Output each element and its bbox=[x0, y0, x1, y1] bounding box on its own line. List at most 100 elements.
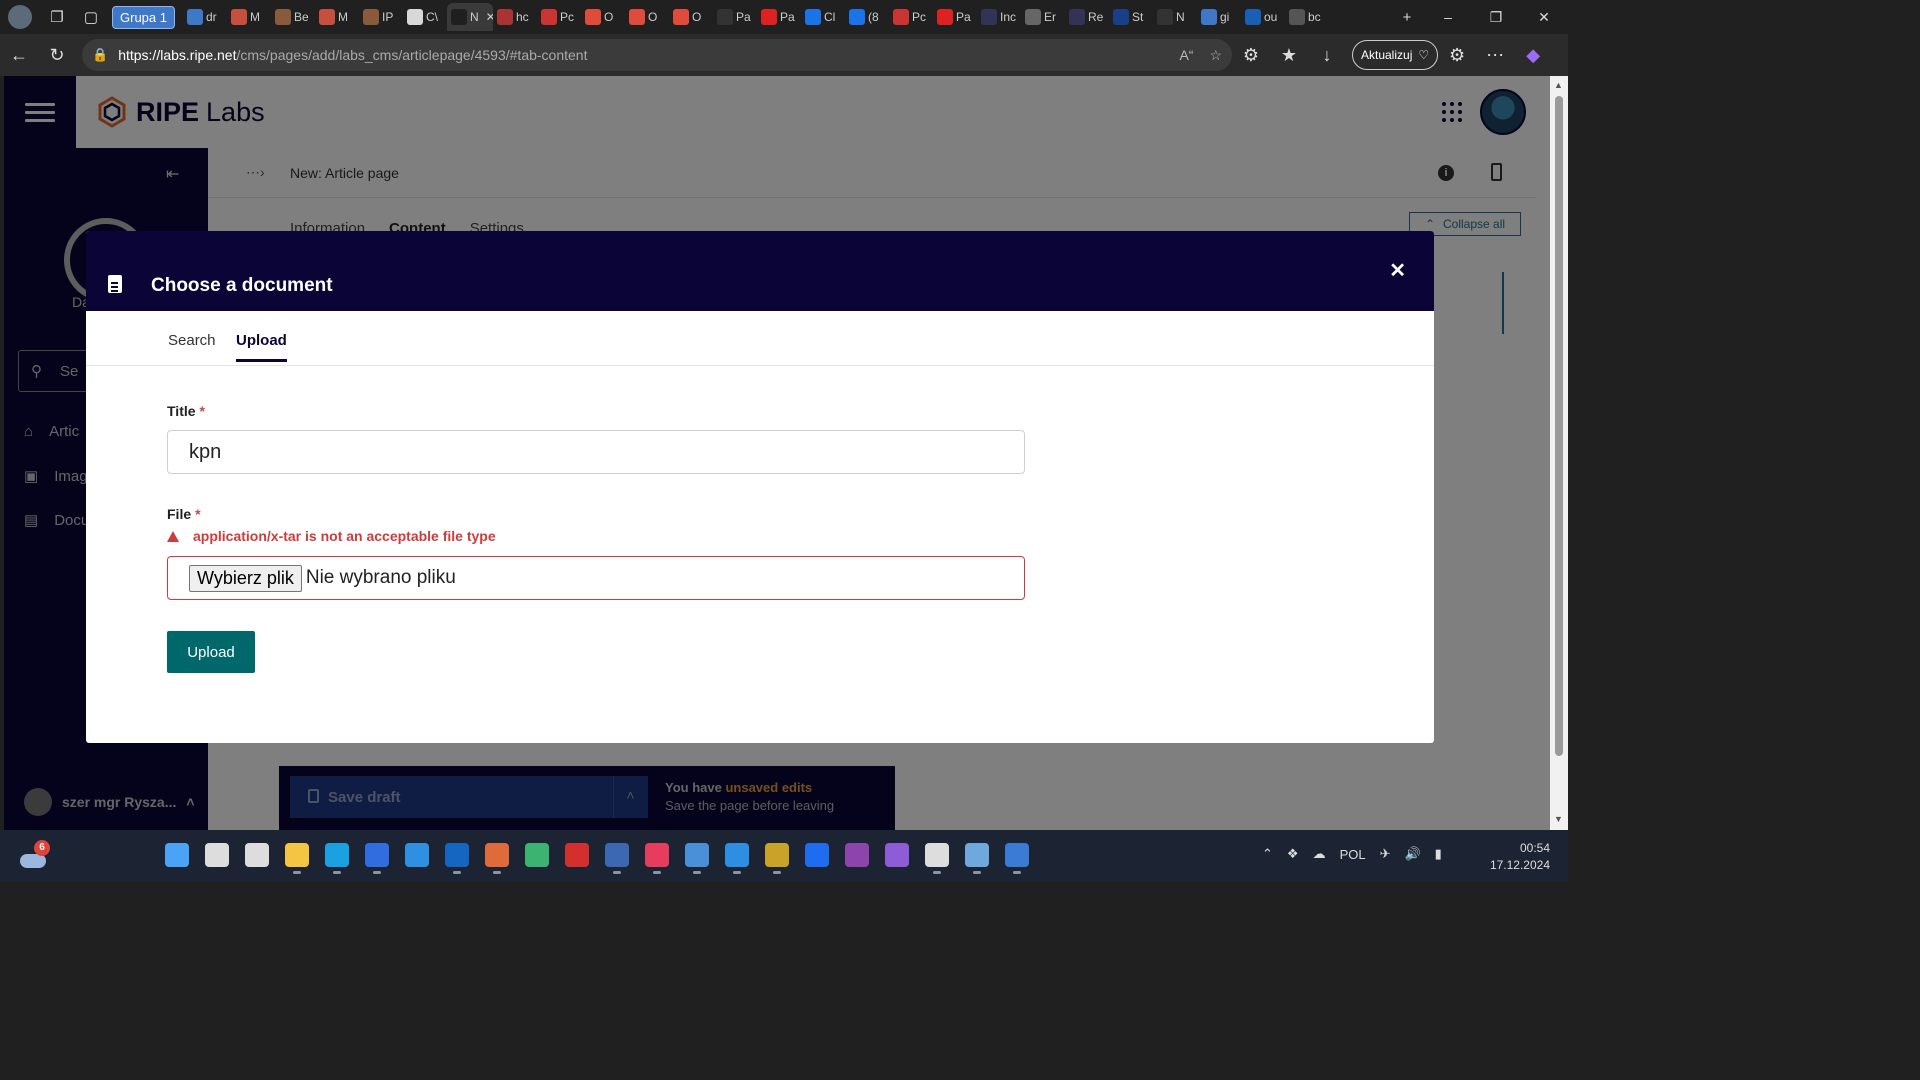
close-icon[interactable]: ✕ bbox=[1389, 258, 1406, 283]
taskbar-help-app[interactable] bbox=[1002, 838, 1032, 874]
taskbar-save-app[interactable] bbox=[362, 838, 392, 874]
modal-header: Choose a document ✕ bbox=[86, 231, 1434, 311]
taskbar-network-app[interactable] bbox=[682, 838, 712, 874]
weather-widget[interactable]: 6 bbox=[20, 840, 50, 870]
browser-tab[interactable]: Pa bbox=[933, 3, 977, 31]
camera-icon bbox=[406, 9, 423, 25]
chevron-up-icon[interactable]: ⌃ bbox=[1262, 846, 1273, 862]
lock-icon[interactable]: 🔒 bbox=[92, 47, 108, 63]
browser-tab[interactable]: Be bbox=[271, 3, 315, 31]
downloads-icon[interactable]: ↓ bbox=[1308, 36, 1346, 74]
minimize-icon[interactable]: – bbox=[1424, 9, 1472, 26]
new-tab-icon[interactable]: + bbox=[1390, 0, 1424, 34]
taskbar-store[interactable] bbox=[402, 838, 432, 872]
favorite-star-icon[interactable]: ☆ bbox=[1209, 47, 1222, 64]
browser-tab[interactable]: dr bbox=[183, 3, 227, 31]
volume-icon[interactable]: 🔊 bbox=[1404, 846, 1420, 862]
browser-tab[interactable]: Pc bbox=[889, 3, 933, 31]
browser-tab[interactable]: bc bbox=[1285, 3, 1329, 31]
airplane-icon[interactable]: ✈ bbox=[1380, 846, 1391, 862]
profile-avatar[interactable] bbox=[8, 5, 32, 29]
update-button[interactable]: Aktualizuj ♡ bbox=[1352, 40, 1439, 70]
window-close-icon[interactable]: ✕ bbox=[1520, 9, 1568, 26]
more-menu-icon[interactable]: ⋯ bbox=[1476, 36, 1514, 74]
taskbar-apps bbox=[162, 838, 1032, 874]
scroll-down-icon[interactable]: ▼ bbox=[1554, 814, 1563, 824]
upload-button[interactable]: Upload bbox=[167, 631, 255, 673]
taskbar-start[interactable] bbox=[162, 838, 192, 872]
favorites-icon[interactable]: ★ bbox=[1270, 36, 1308, 74]
browser-tab[interactable]: Pc bbox=[537, 3, 581, 31]
tab-group-label[interactable]: Grupa 1 bbox=[112, 5, 175, 29]
taskbar-dropbox[interactable] bbox=[802, 838, 832, 872]
browser-tab[interactable]: O bbox=[625, 3, 669, 31]
circle-icon bbox=[318, 9, 335, 25]
taskbar-edge[interactable] bbox=[322, 838, 352, 874]
taskbar-task-view[interactable] bbox=[242, 838, 272, 872]
restore-icon[interactable]: ❐ bbox=[1472, 9, 1520, 26]
page-scrollbar[interactable]: ▲ ▼ bbox=[1550, 76, 1568, 830]
language-indicator[interactable]: POL bbox=[1340, 847, 1366, 862]
browser-tab[interactable]: hc bbox=[493, 3, 537, 31]
back-icon[interactable]: ← bbox=[0, 36, 38, 74]
taskbar-server-app[interactable] bbox=[762, 838, 792, 874]
taskbar-photos-app[interactable] bbox=[962, 838, 992, 874]
browser-tab-title: bc bbox=[1307, 10, 1321, 24]
extensions-icon[interactable]: ⚙ bbox=[1232, 36, 1270, 74]
browser-tab[interactable]: O bbox=[669, 3, 713, 31]
address-bar[interactable]: 🔒 https://labs.ripe.net/cms/pages/add/la… bbox=[82, 39, 1232, 71]
browser-tab[interactable]: Inc bbox=[977, 3, 1021, 31]
title-input[interactable] bbox=[167, 430, 1025, 474]
tab-close-icon[interactable]: ✕ bbox=[486, 10, 493, 24]
taskbar-globe-app[interactable] bbox=[522, 838, 552, 872]
scrollbar-thumb[interactable] bbox=[1555, 96, 1563, 756]
browser-tab[interactable]: N bbox=[1153, 3, 1197, 31]
taskbar-virtualbox[interactable] bbox=[602, 838, 632, 874]
browser-tab[interactable]: Cl bbox=[801, 3, 845, 31]
taskbar-git[interactable] bbox=[482, 838, 512, 874]
browser-tab[interactable]: O bbox=[581, 3, 625, 31]
browser-tab[interactable]: C\ bbox=[403, 3, 447, 31]
file-error-message: application/x-tar is not an acceptable f… bbox=[167, 528, 496, 544]
browser-tab[interactable]: ou bbox=[1241, 3, 1285, 31]
taskbar-opera-app[interactable] bbox=[562, 838, 592, 872]
browser-tab[interactable]: Er bbox=[1021, 3, 1065, 31]
read-aloud-icon[interactable]: A“ bbox=[1179, 47, 1193, 64]
browser-tab[interactable]: N ✕ bbox=[446, 3, 493, 31]
taskbar-github-desktop[interactable] bbox=[882, 838, 912, 872]
browser-tab[interactable]: Re bbox=[1065, 3, 1109, 31]
workspaces-icon[interactable]: ❐ bbox=[40, 0, 74, 34]
clock[interactable]: 00:54 17.12.2024 bbox=[1490, 840, 1550, 874]
file-input[interactable]: Wybierz plik Nie wybrano pliku bbox=[167, 556, 1025, 600]
warning-icon bbox=[167, 530, 179, 542]
taskbar-paint-app[interactable] bbox=[642, 838, 672, 874]
tab-actions-icon[interactable]: ▢ bbox=[74, 0, 108, 34]
copilot-icon[interactable]: ◆ bbox=[1514, 36, 1552, 74]
browser-tab[interactable]: Pa bbox=[713, 3, 757, 31]
refresh-icon[interactable]: ↻ bbox=[38, 36, 76, 74]
help-app-icon bbox=[1005, 843, 1029, 867]
taskbar-search[interactable] bbox=[202, 838, 232, 872]
tab-upload[interactable]: Upload bbox=[236, 332, 287, 362]
mail-icon bbox=[848, 9, 865, 25]
u-icon bbox=[716, 9, 733, 25]
browser-tab[interactable]: Pa bbox=[757, 3, 801, 31]
browser-tab[interactable]: St bbox=[1109, 3, 1153, 31]
browser-tab[interactable]: M bbox=[315, 3, 359, 31]
battery-icon[interactable]: ▮ bbox=[1435, 846, 1442, 862]
browser-tab[interactable]: M bbox=[227, 3, 271, 31]
taskbar-outlook[interactable] bbox=[442, 838, 472, 874]
taskbar-vscode[interactable] bbox=[722, 838, 752, 874]
collections-icon[interactable]: ⚙ bbox=[1438, 36, 1476, 74]
onedrive-icon[interactable]: ☁ bbox=[1313, 846, 1326, 862]
scroll-up-icon[interactable]: ▲ bbox=[1554, 80, 1563, 90]
choose-file-button[interactable]: Wybierz plik bbox=[189, 564, 302, 592]
dropbox-icon[interactable]: ❖ bbox=[1287, 846, 1299, 862]
tab-search[interactable]: Search bbox=[168, 332, 216, 359]
taskbar-tor[interactable] bbox=[842, 838, 872, 872]
browser-tab[interactable]: gi bbox=[1197, 3, 1241, 31]
browser-tab[interactable]: IP bbox=[359, 3, 403, 31]
browser-tab[interactable]: (8 bbox=[845, 3, 889, 31]
taskbar-presentation-app[interactable] bbox=[922, 838, 952, 874]
taskbar-file-explorer[interactable] bbox=[282, 838, 312, 874]
